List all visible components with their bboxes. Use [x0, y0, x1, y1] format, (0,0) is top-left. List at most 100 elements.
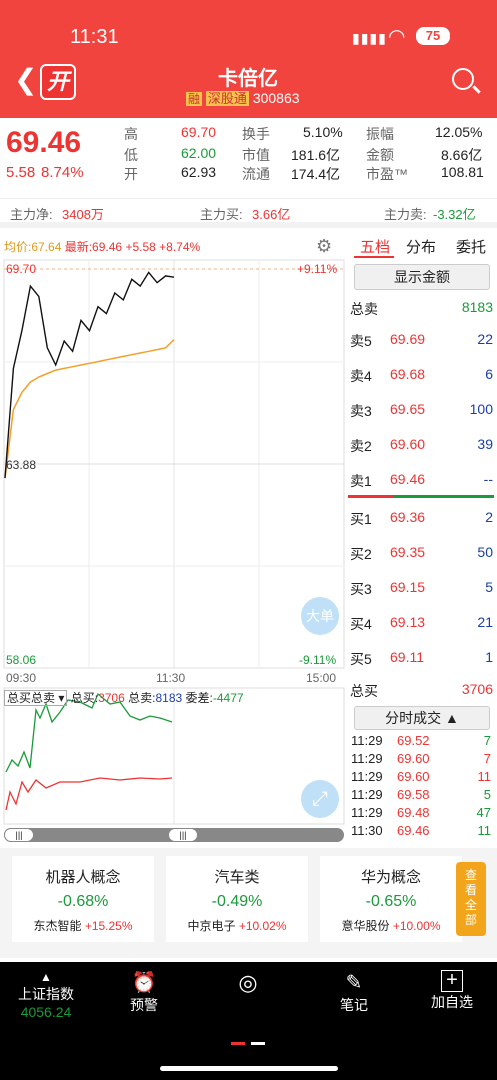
- total-sell-value: 8183: [461, 299, 493, 315]
- expand-icon[interactable]: ⤢: [301, 780, 339, 818]
- main-capital-flow: 主力净: 3408万 主力买: 3.66亿 主力卖: -3.32亿: [0, 198, 497, 228]
- back-icon[interactable]: ❮: [14, 66, 37, 94]
- indicator-select[interactable]: 总买总卖 ▾: [4, 690, 68, 706]
- stat-value: 174.4亿: [291, 166, 341, 182]
- header: 11:31 ▮▮▮▮ ◠ 75 ❮ 开 卡倍亿 融 深股通 300863: [0, 0, 497, 118]
- sell-level-row[interactable]: 卖5 69.69 22: [348, 326, 497, 354]
- note-edit-icon: ✎: [345, 972, 363, 994]
- buy-level-row[interactable]: 买1 69.36 2: [348, 504, 497, 532]
- stat-value: 181.6亿: [291, 147, 341, 163]
- stat-label: 市盈™: [366, 166, 408, 182]
- level-volume: 1: [485, 649, 493, 665]
- buy-level-row[interactable]: 买3 69.15 5: [348, 574, 497, 602]
- level-label: 卖1: [350, 473, 372, 489]
- home-indicator: [160, 1066, 338, 1071]
- chart-svg: [3, 259, 345, 825]
- index-name: 上证指数: [18, 986, 74, 1002]
- search-icon[interactable]: [452, 68, 474, 90]
- level-volume: 6: [485, 366, 493, 382]
- time-end: 15:00: [306, 671, 337, 685]
- level-price: 69.65: [390, 401, 426, 417]
- stat-value: 62.00: [181, 145, 217, 161]
- stat-label: 金额: [366, 147, 394, 163]
- level-volume: 22: [477, 331, 493, 347]
- trade-time: 11:29: [351, 787, 383, 802]
- time-mid: 11:30: [156, 671, 186, 685]
- leader-pct: +10.02%: [238, 919, 287, 933]
- tab-orders[interactable]: 委托: [456, 236, 486, 257]
- trade-volume: 11: [477, 769, 492, 784]
- trade-volume: 11: [477, 823, 492, 838]
- price-change: 5.58: [6, 164, 36, 181]
- buy-level-row[interactable]: 买5 69.11 1: [348, 644, 497, 672]
- level-volume: --: [483, 471, 493, 487]
- buy-label: 主力买:: [200, 207, 243, 222]
- range-left-handle[interactable]: |||: [4, 828, 34, 842]
- tab-five-level[interactable]: 五档: [360, 236, 390, 257]
- net-label: 主力净:: [10, 207, 53, 222]
- level-label: 卖4: [350, 368, 372, 384]
- level-price: 69.35: [390, 544, 426, 560]
- view-all-button[interactable]: 查看全部: [456, 862, 486, 936]
- trade-volume: 7: [483, 733, 491, 748]
- stat-value: 8.66亿: [441, 147, 483, 163]
- status-time: 11:31: [70, 26, 119, 48]
- tab-alert[interactable]: ⏰ 预警: [120, 970, 168, 1015]
- stat-label: 流通: [242, 166, 270, 182]
- level-volume: 50: [477, 544, 493, 560]
- trade-volume: 5: [483, 787, 491, 802]
- sell-level-row[interactable]: 卖1 69.46 --: [348, 466, 497, 494]
- index-value: 4056.24: [20, 1004, 72, 1020]
- buy-level-row[interactable]: 买2 69.35 50: [348, 539, 497, 567]
- buy-value: 3.66亿: [252, 207, 291, 222]
- sell-level-row[interactable]: 卖4 69.68 6: [348, 361, 497, 389]
- tab-index[interactable]: ▲ 上证指数 4056.24: [14, 970, 78, 1020]
- dropdown-icon: ▾: [58, 691, 65, 705]
- level-volume: 21: [477, 614, 493, 630]
- level-label: 卖2: [350, 438, 372, 454]
- tab-target[interactable]: ◎: [228, 970, 268, 996]
- level-volume: 100: [469, 401, 493, 417]
- level-label: 买5: [350, 651, 372, 667]
- last-price: 69.46: [6, 126, 82, 159]
- range-right-handle[interactable]: |||: [168, 828, 198, 842]
- stat-value: 108.81: [441, 164, 484, 180]
- sub-total-sell: 8183: [155, 691, 183, 705]
- trade-row: 11:29 69.60 11: [351, 769, 491, 787]
- alarm-clock-icon: ⏰: [131, 972, 157, 994]
- open-account-button[interactable]: 开: [40, 64, 76, 100]
- time-sales-button[interactable]: 分时成交 ▲: [354, 706, 490, 730]
- concept-card[interactable]: 汽车类 -0.49% 中京电子 +10.02%: [166, 856, 308, 942]
- order-book: 五档 分布 委托 显示金额 总卖 8183 卖5 69.69 22 卖4 69.6…: [348, 232, 497, 847]
- stat-label: 振幅: [366, 126, 394, 142]
- level-price: 69.11: [390, 649, 424, 665]
- trade-time: 11:29: [351, 805, 383, 820]
- stat-label: 换手: [242, 126, 270, 142]
- trade-price: 69.46: [397, 823, 430, 838]
- trade-price: 69.60: [397, 751, 430, 766]
- trade-time: 11:30: [351, 823, 383, 838]
- big-order-button[interactable]: 大单: [301, 597, 339, 635]
- sell-level-row[interactable]: 卖2 69.60 39: [348, 431, 497, 459]
- sell-level-row[interactable]: 卖3 69.65 100: [348, 396, 497, 424]
- show-amount-button[interactable]: 显示金额: [354, 264, 490, 290]
- signal-icon: ▮▮▮▮: [352, 30, 387, 46]
- tab-notes[interactable]: ✎ 笔记: [330, 970, 378, 1015]
- buy-level-row[interactable]: 买4 69.13 21: [348, 609, 497, 637]
- stock-code: 300863: [252, 90, 300, 106]
- concept-card[interactable]: 机器人概念 -0.68% 东杰智能 +15.25%: [12, 856, 154, 942]
- concept-card[interactable]: 华为概念 -0.65% 意华股份 +10.00%: [320, 856, 462, 942]
- sgt-badge: 深股通: [205, 91, 249, 106]
- battery-icon: 75: [416, 27, 450, 45]
- leader-name: 东杰智能: [33, 919, 82, 933]
- leader-name: 意华股份: [341, 919, 390, 933]
- level-label: 买4: [350, 616, 372, 632]
- tab-distribution[interactable]: 分布: [406, 236, 436, 257]
- tab-add-watchlist[interactable]: + 加自选: [426, 970, 478, 1012]
- level-volume: 39: [477, 436, 493, 452]
- total-sell-label: 总卖: [350, 301, 378, 317]
- plus-icon: +: [441, 970, 463, 992]
- trade-row: 11:29 69.58 5: [351, 787, 491, 805]
- time-range-scrollbar[interactable]: ||| |||: [4, 828, 344, 842]
- total-buy-value: 3706: [461, 681, 493, 697]
